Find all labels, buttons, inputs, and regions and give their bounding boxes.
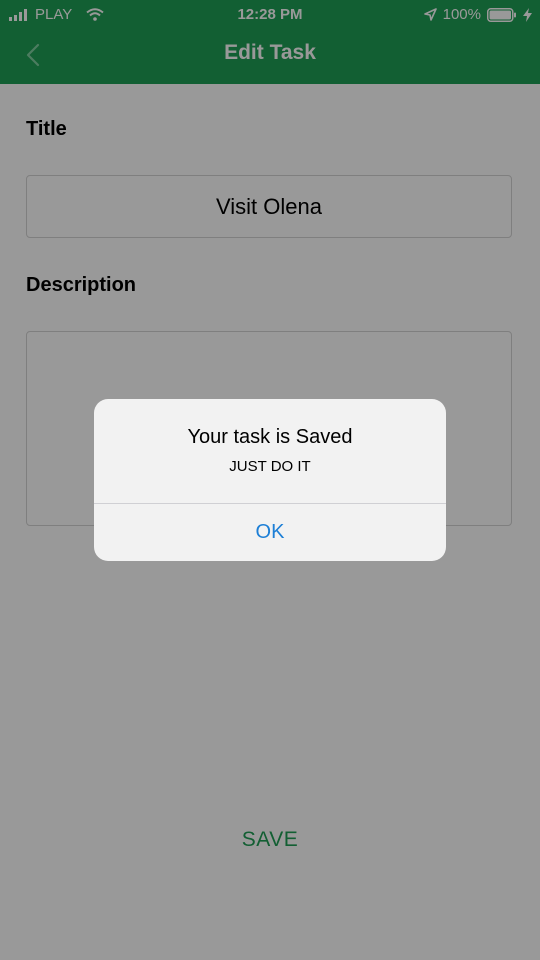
alert-message: JUST DO IT: [229, 458, 311, 475]
alert-ok-button[interactable]: OK: [94, 504, 446, 561]
alert-title: Your task is Saved: [187, 426, 353, 448]
alert-dialog: Your task is Saved JUST DO IT OK: [94, 399, 446, 561]
